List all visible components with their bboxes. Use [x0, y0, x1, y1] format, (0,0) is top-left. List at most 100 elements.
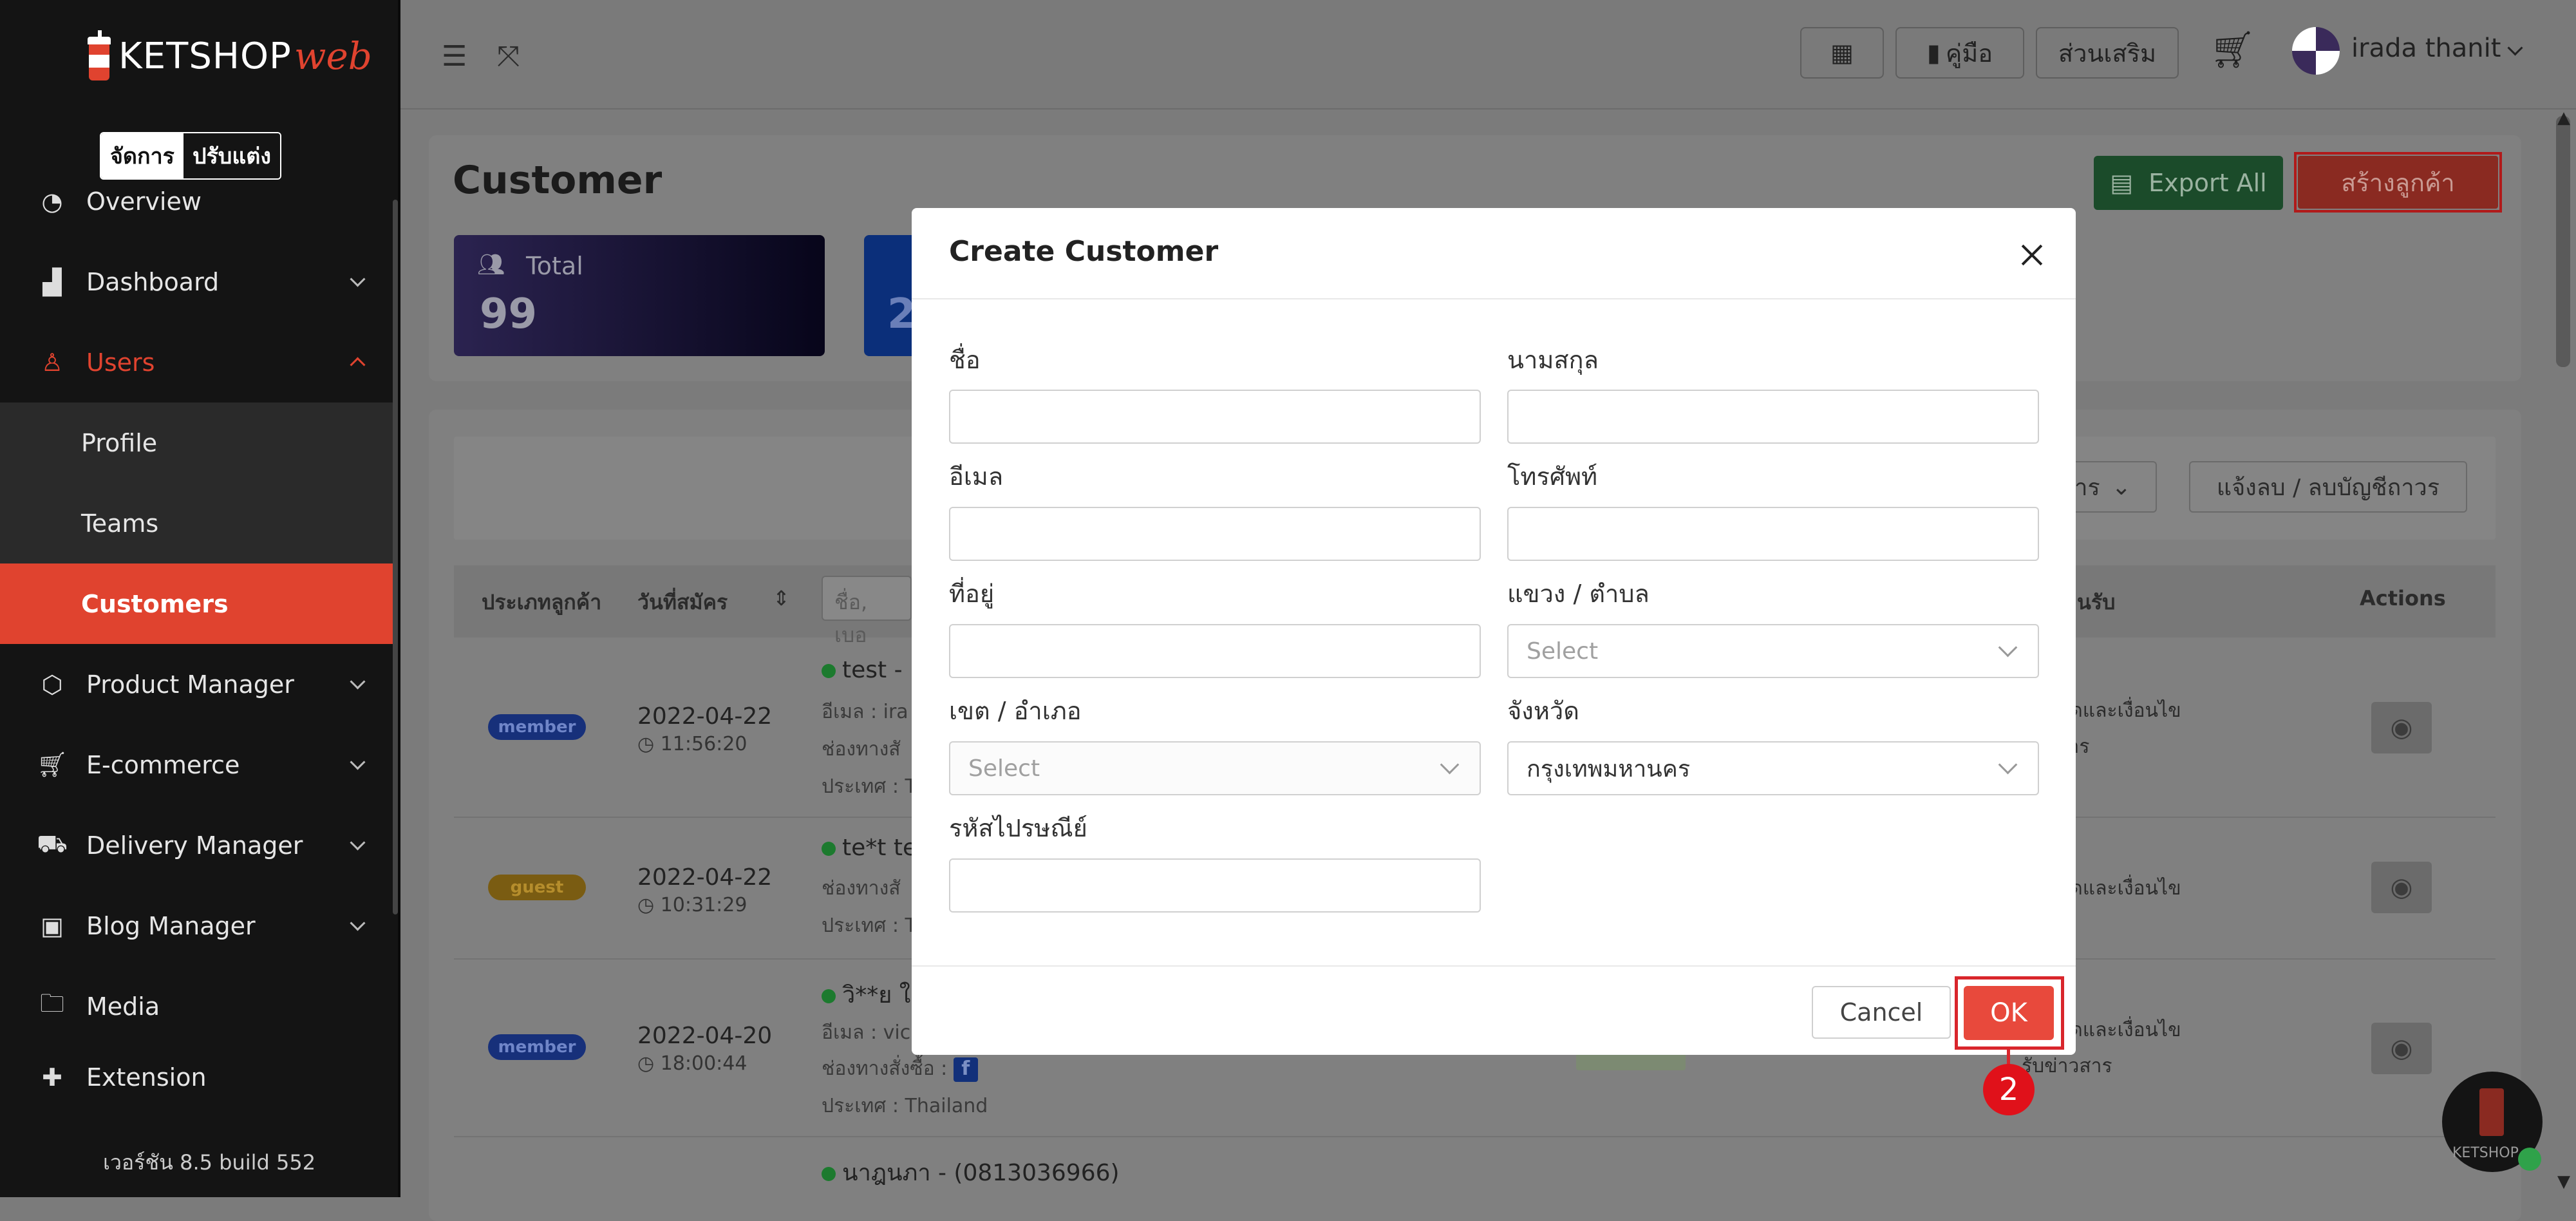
sidebar-item-delivery-manager[interactable]: ⛟ Delivery Manager: [0, 805, 395, 885]
first-name-input[interactable]: [949, 390, 1481, 444]
sidebar-item-profile[interactable]: Profile: [0, 402, 395, 483]
chevron-down-icon: [1440, 755, 1460, 775]
chevron-down-icon: [350, 271, 366, 287]
customer-name[interactable]: นาฎนภา - (0813036966): [822, 1154, 1120, 1191]
view-button[interactable]: ◉: [2371, 1023, 2432, 1074]
sidebar-item-label: Teams: [81, 509, 159, 538]
eye-icon: ◉: [2390, 713, 2413, 743]
last-name-input[interactable]: [1507, 390, 2039, 444]
sidebar-item-dashboard[interactable]: ▟ Dashboard: [0, 241, 395, 322]
cancel-button[interactable]: Cancel: [1812, 986, 1951, 1039]
signup-date: 2022-04-22: [637, 703, 773, 730]
sidebar-item-label: Blog Manager: [86, 911, 256, 940]
online-indicator: [2518, 1148, 2541, 1171]
sidebar-item-overview[interactable]: ◔ Overview: [0, 161, 395, 241]
sidebar-item-label: E-commerce: [86, 750, 240, 779]
avatar[interactable]: [2292, 27, 2340, 75]
cup-logo-icon: [84, 30, 115, 82]
fullscreen-icon[interactable]: ⤧: [497, 40, 520, 73]
puzzle-icon: ✚: [42, 1063, 62, 1092]
cup-logo-icon: [2479, 1088, 2504, 1136]
ketshop-logo[interactable]: KETSHOP web: [84, 27, 372, 85]
users-submenu: Profile Teams Customers: [0, 402, 395, 644]
province-label: จังหวัด: [1507, 697, 1579, 725]
sidebar-scrollbar[interactable]: [393, 200, 398, 914]
province-value: กรุงเทพมหานคร: [1527, 755, 1691, 782]
user-icon: ♙: [41, 348, 64, 377]
sidebar-item-teams[interactable]: Teams: [0, 483, 395, 563]
district-label: เขต / อำเภอ: [949, 697, 1082, 725]
signup-time: ◷ 10:31:29: [637, 894, 747, 916]
addons-label: ส่วนเสริม: [2058, 39, 2157, 68]
page-title: Customer: [453, 158, 663, 203]
sidebar-item-ecommerce[interactable]: 🛒︎ E-commerce: [0, 724, 395, 805]
customer-name[interactable]: te*t te: [822, 835, 917, 861]
phone-label: โทรศัพท์: [1507, 462, 1598, 491]
scroll-up-icon[interactable]: ▲: [2557, 108, 2570, 128]
indent-menu-icon[interactable]: ☰: [442, 40, 467, 73]
view-button[interactable]: ◉: [2371, 862, 2432, 913]
search-input[interactable]: ชื่อ, เบอ: [822, 576, 912, 647]
customer-name[interactable]: วิ**ย ใ: [822, 976, 910, 1013]
chevron-down-icon: [350, 835, 366, 851]
export-all-button[interactable]: ▤ Export All: [2094, 156, 2283, 210]
customer-country: ประเทศ : T: [822, 775, 917, 798]
language-button[interactable]: ▦: [1800, 27, 1884, 79]
subdistrict-select[interactable]: Select: [1507, 624, 2039, 678]
eye-icon: ◉: [2390, 873, 2413, 902]
email-label: อีเมล: [949, 462, 1004, 491]
ok-button[interactable]: OK: [1964, 986, 2054, 1040]
district-select[interactable]: Select: [949, 741, 1481, 795]
signup-date: 2022-04-20: [637, 1023, 773, 1049]
page-scrollbar[interactable]: [2556, 116, 2570, 367]
province-select[interactable]: กรุงเทพมหานคร: [1507, 741, 2039, 795]
news-status: รับข่าวสาร: [2022, 1055, 2112, 1077]
subdistrict-placeholder: Select: [1527, 638, 1599, 665]
postcode-field[interactable]: [949, 858, 1481, 913]
first-name-label: ชื่อ: [949, 346, 981, 374]
customer-channel: ช่องทางสั: [822, 877, 901, 900]
sidebar-item-product-manager[interactable]: ⬡ Product Manager: [0, 644, 395, 724]
sidebar-item-extension[interactable]: ✚ Extension: [0, 1046, 395, 1092]
sidebar-item-label: Product Manager: [86, 670, 294, 699]
chatbot-button[interactable]: KETSHOP: [2442, 1072, 2543, 1172]
phone-field[interactable]: [1507, 507, 2039, 561]
chevron-down-icon: [1998, 755, 2018, 775]
pie-chart-icon: ◔: [41, 187, 63, 216]
status-badge: member: [488, 714, 586, 740]
view-button[interactable]: ◉: [2371, 702, 2432, 753]
online-dot-icon: [822, 842, 836, 856]
postcode-label: รหัสไปรษณีย์: [949, 814, 1087, 842]
sidebar-item-media[interactable]: 🗀 Media: [0, 966, 395, 1046]
users-icon: 👥︎: [477, 252, 505, 278]
create-customer-button[interactable]: สร้างลูกค้า: [2298, 156, 2498, 209]
box-icon: ⬡: [41, 670, 63, 699]
create-customer-modal: Create Customer ชื่อ นามสกุล อีเมล โทรศั…: [912, 208, 2076, 1055]
col-signup-date[interactable]: วันที่สมัคร: [637, 586, 728, 619]
delete-account-filter[interactable]: แจ้งลบ / ลบบัญชีถาวร: [2189, 461, 2467, 513]
sidebar-item-users[interactable]: ♙ Users: [0, 322, 395, 402]
clock-icon: ◷: [637, 733, 661, 755]
manual-button[interactable]: ▮ คู่มือ: [1895, 27, 2024, 79]
customer-channel: ช่องทางสั่งซื้อ : f: [822, 1054, 978, 1084]
address-label: ที่อยู่: [949, 580, 995, 608]
signup-time: ◷ 11:56:20: [637, 733, 747, 755]
user-name[interactable]: irada thanit: [2351, 33, 2501, 63]
district-placeholder: Select: [968, 755, 1040, 782]
cart-icon[interactable]: 🛒︎: [2210, 28, 2255, 71]
version-label: เวอร์ชัน 8.5 build 552: [103, 1150, 316, 1175]
sort-icon[interactable]: ⇕: [773, 586, 790, 610]
address-field[interactable]: [949, 624, 1481, 678]
scroll-down-icon[interactable]: ▼: [2557, 1172, 2570, 1191]
modal-header-divider: [912, 298, 2076, 299]
sidebar-item-customers[interactable]: Customers: [0, 563, 395, 644]
customer-name[interactable]: test -: [822, 657, 903, 683]
close-icon[interactable]: [2019, 241, 2045, 267]
addons-button[interactable]: ส่วนเสริม: [2036, 27, 2179, 79]
col-receive: นรับ: [2077, 590, 2116, 614]
manual-label: คู่มือ: [1945, 39, 1993, 68]
status-badge: guest: [488, 875, 586, 900]
email-field[interactable]: [949, 507, 1481, 561]
chevron-up-icon: [350, 357, 366, 373]
sidebar-item-blog-manager[interactable]: ▣ Blog Manager: [0, 885, 395, 966]
